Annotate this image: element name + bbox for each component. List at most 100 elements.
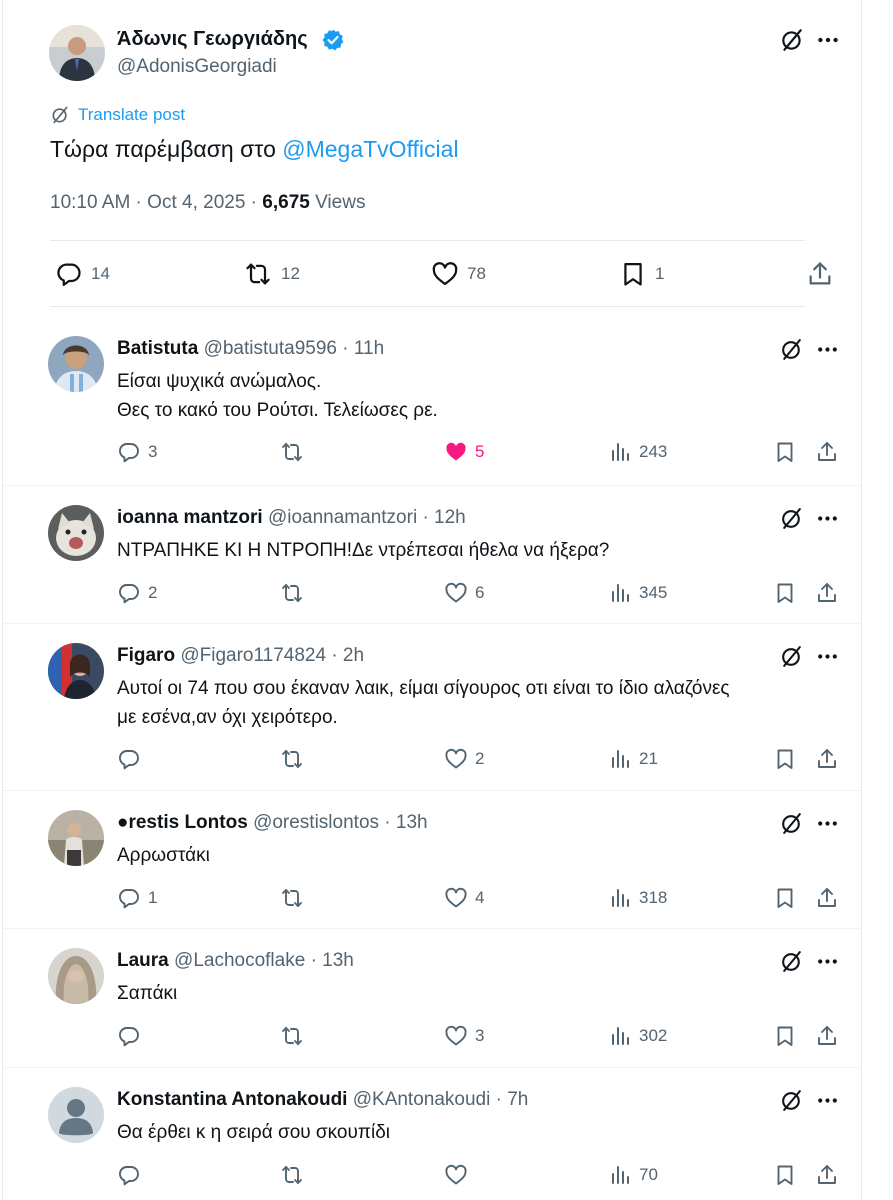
views-button[interactable]: 243 [608, 440, 667, 464]
like-button[interactable]: 5 [444, 440, 484, 464]
share-button[interactable] [815, 747, 839, 771]
reply-author-name[interactable]: Figaro [117, 645, 175, 666]
like-icon [431, 260, 459, 288]
like-button[interactable] [444, 1163, 475, 1187]
bookmark-button[interactable]: 1 [619, 260, 664, 288]
views-button[interactable]: 345 [608, 581, 667, 605]
share-icon [815, 440, 839, 464]
views-button[interactable]: 21 [608, 747, 658, 771]
more-icon[interactable] [815, 811, 840, 836]
grok-icon[interactable] [779, 949, 804, 974]
reply-button[interactable] [117, 747, 148, 771]
more-icon[interactable] [815, 644, 840, 669]
avatar[interactable] [48, 810, 104, 866]
divider [50, 240, 805, 241]
repost-button[interactable] [279, 886, 312, 910]
repost-icon [279, 440, 305, 464]
like-count: 78 [467, 264, 486, 283]
reply-author-handle[interactable]: @ioannamantzori · 12h [268, 507, 466, 528]
like-button[interactable]: 78 [431, 260, 486, 288]
reply-author-name[interactable]: Batistuta [117, 338, 198, 359]
views-icon [608, 1163, 632, 1187]
views-button[interactable]: 70 [608, 1163, 658, 1187]
repost-button[interactable] [279, 1024, 312, 1048]
reply-button[interactable]: 1 [117, 886, 157, 910]
reply-icon [117, 440, 141, 464]
translate-post-link[interactable]: Translate post [50, 105, 185, 125]
repost-button[interactable]: 12 [243, 260, 300, 288]
views-button[interactable]: 302 [608, 1024, 667, 1048]
avatar[interactable] [49, 25, 105, 81]
views-count: 345 [639, 583, 668, 602]
reply-author-handle[interactable]: @KAntonakoudi · 7h [353, 1089, 529, 1110]
avatar[interactable] [48, 948, 104, 1004]
avatar[interactable] [48, 643, 104, 699]
repost-button[interactable] [279, 581, 312, 605]
avatar[interactable] [48, 1087, 104, 1143]
avatar[interactable] [48, 336, 104, 392]
more-icon[interactable] [815, 27, 841, 53]
views-icon [608, 581, 632, 605]
bookmark-button[interactable] [773, 581, 797, 605]
grok-icon[interactable] [779, 27, 805, 53]
reply-button[interactable] [117, 1163, 148, 1187]
post-text-body: Τώρα παρέμβαση στο [50, 136, 283, 162]
share-button[interactable] [815, 581, 839, 605]
reply-author-handle[interactable]: @Lachocoflake · 13h [174, 950, 354, 971]
reply-button[interactable]: 2 [117, 581, 157, 605]
repost-count: 12 [281, 264, 300, 283]
share-button[interactable] [815, 1163, 839, 1187]
divider [3, 623, 861, 624]
grok-icon[interactable] [779, 1088, 804, 1113]
repost-button[interactable] [279, 747, 312, 771]
reply-author-handle[interactable]: @Figaro1174824 · 2h [180, 645, 364, 666]
reply-author-name[interactable]: Konstantina Antonakoudi [117, 1089, 347, 1110]
bookmark-button[interactable] [773, 886, 797, 910]
share-button[interactable] [815, 1024, 839, 1048]
like-button[interactable]: 4 [444, 886, 484, 910]
more-icon[interactable] [815, 1088, 840, 1113]
reply-button[interactable]: 14 [55, 260, 110, 288]
share-button[interactable] [815, 440, 839, 464]
post-meta: 10:10 AM · Oct 4, 2025 · 6,675 Views [50, 192, 365, 214]
reply-author-name[interactable]: ioanna mantzori [117, 507, 263, 528]
divider [3, 485, 861, 486]
like-icon [444, 581, 468, 605]
like-button[interactable]: 2 [444, 747, 484, 771]
reply-button[interactable] [117, 1024, 148, 1048]
reply-author-handle[interactable]: @orestislontos · 13h [253, 812, 428, 833]
bookmark-button[interactable] [773, 1024, 797, 1048]
grok-icon[interactable] [779, 811, 804, 836]
grok-icon[interactable] [779, 337, 804, 362]
share-icon [806, 260, 834, 288]
bookmark-button[interactable] [773, 747, 797, 771]
reply-author-name[interactable]: Laura [117, 950, 169, 971]
like-button[interactable]: 6 [444, 581, 484, 605]
more-icon[interactable] [815, 506, 840, 531]
repost-button[interactable] [279, 440, 312, 464]
verified-badge-icon [321, 28, 345, 52]
author-handle[interactable]: @AdonisGeorgiadi [117, 56, 277, 78]
grok-icon[interactable] [779, 506, 804, 531]
share-button[interactable] [815, 886, 839, 910]
bookmark-button[interactable] [773, 440, 797, 464]
like-button[interactable]: 3 [444, 1024, 484, 1048]
bookmark-icon [773, 581, 797, 605]
avatar[interactable] [48, 505, 104, 561]
bookmark-button[interactable] [773, 1163, 797, 1187]
share-icon [815, 581, 839, 605]
mention-link[interactable]: @MegaTvOfficial [282, 136, 458, 162]
reply-author-handle[interactable]: @batistuta9596 · 11h [204, 338, 385, 359]
author-name[interactable]: Άδωνις Γεωργιάδης [117, 28, 308, 51]
share-button[interactable] [806, 260, 834, 288]
reply-author-name[interactable]: ●restis Lontos [117, 812, 248, 833]
reply-text-line: Θες το κακό του Ρούτσι. Τελείωσες ρε. [117, 400, 438, 421]
views-button[interactable]: 318 [608, 886, 667, 910]
repost-button[interactable] [279, 1163, 312, 1187]
more-icon[interactable] [815, 949, 840, 974]
grok-icon[interactable] [779, 644, 804, 669]
post-timestamp[interactable]: 10:10 AM · Oct 4, 2025 · [50, 192, 262, 213]
more-icon[interactable] [815, 337, 840, 362]
reply-button[interactable]: 3 [117, 440, 157, 464]
reply-icon [117, 886, 141, 910]
